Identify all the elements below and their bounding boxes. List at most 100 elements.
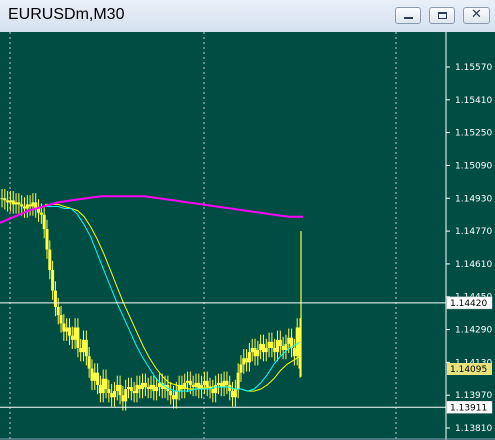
- candle-body: [135, 384, 139, 394]
- candle-body: [188, 380, 192, 385]
- candle-body: [129, 386, 133, 392]
- candle-body: [281, 345, 285, 351]
- candle-body: [22, 206, 26, 209]
- candle-body: [152, 384, 156, 392]
- candle-body: [239, 364, 243, 373]
- candle-body: [194, 382, 198, 387]
- candle-body: [231, 391, 235, 398]
- candle-body: [202, 380, 206, 385]
- candle-body: [17, 202, 21, 205]
- minimize-button[interactable]: [395, 7, 421, 24]
- candle-body: [76, 327, 80, 349]
- window-title: EURUSDm,M30: [8, 6, 125, 23]
- candle-body: [67, 327, 71, 336]
- candle-body: [90, 368, 94, 381]
- candle-body: [233, 389, 237, 398]
- maximize-icon: [438, 12, 447, 19]
- candle-body: [104, 378, 108, 390]
- candle-body: [101, 378, 105, 394]
- candle-body: [287, 337, 291, 344]
- y-tick-label: 1.15570: [455, 63, 492, 73]
- price-chart[interactable]: 1.15570 1.15410 1.15250 1.15090 1.14930 1.147…: [0, 32, 495, 440]
- candle-body: [143, 382, 147, 387]
- y-tick-label: 1.14610: [455, 260, 492, 270]
- candle-body: [73, 327, 77, 340]
- candle-body: [214, 384, 218, 394]
- candle-body: [48, 249, 52, 271]
- y-tick-label: 1.14930: [455, 194, 492, 204]
- candle-body: [14, 202, 18, 205]
- candle-body: [247, 352, 251, 363]
- candle-body: [205, 380, 209, 387]
- y-tick-label: 1.13810: [455, 424, 492, 434]
- candle-body: [191, 384, 195, 387]
- y-tick-label: 1.14770: [455, 227, 492, 237]
- candle-body: [141, 382, 145, 390]
- close-icon: ✕: [471, 7, 482, 22]
- maximize-button[interactable]: [429, 7, 455, 24]
- candle-body: [79, 348, 83, 353]
- candle-body: [124, 389, 128, 402]
- candle-body: [222, 380, 226, 387]
- candle-body: [65, 327, 69, 332]
- candle-body: [0, 198, 4, 200]
- candle-body: [118, 384, 122, 396]
- candle-body: [56, 306, 60, 316]
- close-button[interactable]: ✕: [463, 7, 490, 24]
- candle-body: [270, 341, 274, 349]
- candle-body: [6, 200, 10, 203]
- candle-body: [146, 386, 150, 390]
- price-level-label: 1.13911: [450, 403, 487, 413]
- candle-body: [211, 389, 215, 394]
- candle-body: [256, 350, 260, 357]
- candle-body: [121, 395, 125, 402]
- candle-body: [53, 290, 57, 307]
- candle-body: [70, 335, 74, 340]
- candle-body: [169, 391, 173, 396]
- candle-body: [171, 395, 175, 400]
- candle-body: [278, 339, 282, 346]
- y-tick-label: 1.15090: [455, 161, 492, 171]
- bid-price-label: 1.14095: [450, 365, 487, 375]
- candle-body: [20, 204, 24, 207]
- candle-body: [259, 343, 263, 351]
- chart-canvas[interactable]: 1.15570 1.15410 1.15250 1.15090 1.14930 1.147…: [0, 32, 495, 440]
- candle-body: [11, 200, 15, 205]
- candle-body: [236, 372, 240, 390]
- y-tick-label: 1.14290: [455, 326, 492, 336]
- candle-body: [87, 356, 91, 369]
- y-tick-label: 1.13970: [455, 391, 492, 401]
- candle-body: [242, 358, 246, 365]
- candle-body: [292, 348, 296, 357]
- candle-body: [295, 327, 299, 357]
- candle-body: [273, 348, 277, 353]
- candle-body: [276, 339, 280, 353]
- candle-body: [132, 391, 136, 394]
- candle-body: [107, 389, 111, 394]
- price-level-label: 1.14420: [450, 299, 487, 309]
- candle-body: [250, 348, 254, 353]
- candle-body: [284, 343, 288, 351]
- candle-body: [62, 323, 66, 332]
- candle-body: [174, 391, 178, 400]
- candle-body: [93, 372, 97, 381]
- candle-body: [112, 391, 116, 398]
- title-bar[interactable]: EURUSDm,M30 ✕: [0, 0, 495, 33]
- chart-window: EURUSDm,M30 ✕ 1.15570 1.15410 1.15250 1.150…: [0, 0, 495, 440]
- candle-body: [59, 315, 63, 324]
- candle-body: [253, 348, 257, 357]
- minimize-icon: [404, 17, 413, 19]
- candle-body: [216, 382, 220, 385]
- candle-body: [98, 384, 102, 394]
- candle-body: [31, 202, 35, 207]
- candle-body: [245, 358, 249, 363]
- candle-body: [115, 384, 119, 392]
- candle-body: [264, 348, 268, 353]
- candle-body: [28, 204, 32, 207]
- y-tick-label: 1.15410: [455, 96, 492, 106]
- candle-body: [267, 341, 271, 349]
- candle-body: [110, 393, 114, 398]
- candle-body: [225, 380, 229, 385]
- candle-body: [51, 270, 55, 291]
- candle-body: [84, 339, 88, 357]
